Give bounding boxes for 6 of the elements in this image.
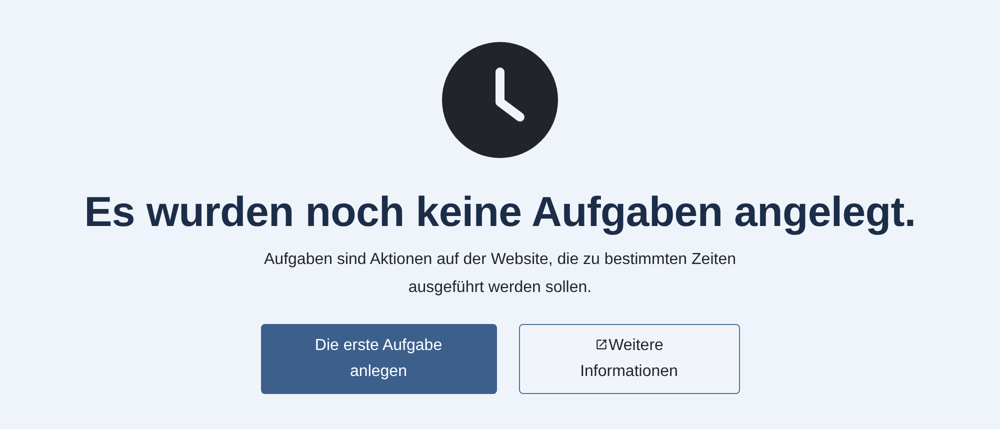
external-link-icon xyxy=(594,338,608,351)
more-info-button[interactable]: Weitere Informationen xyxy=(518,324,740,394)
heading: Es wurden noch keine Aufgaben angelegt. xyxy=(84,188,916,236)
clock-icon xyxy=(442,42,558,158)
create-task-button[interactable]: Die erste Aufgabe anlegen xyxy=(260,324,496,394)
description: Aufgaben sind Aktionen auf der Website, die zu bestimmten Zeiten ausgeführt werden sollen. xyxy=(263,250,737,298)
